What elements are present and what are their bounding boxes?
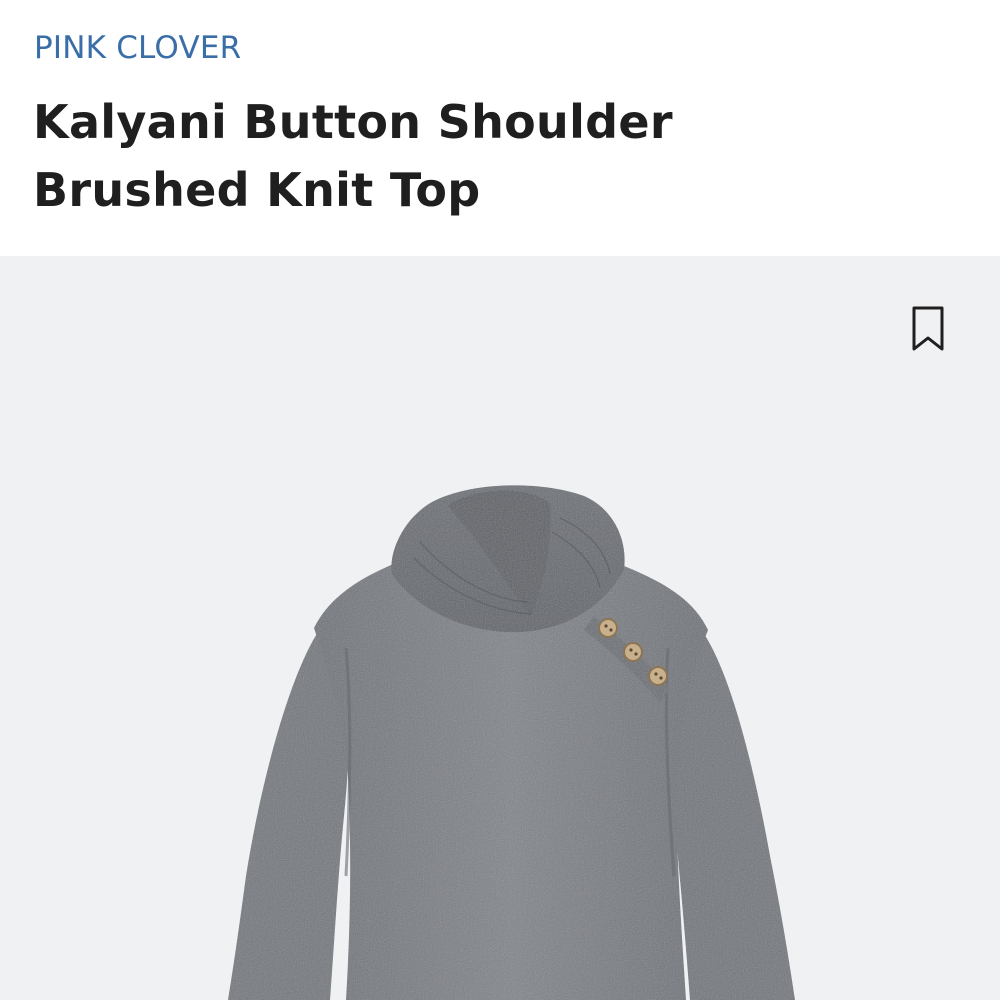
product-header: PINK CLOVER Kalyani Button Shoulder Brus…: [0, 0, 1000, 255]
product-image: [228, 485, 795, 1000]
product-page: PINK CLOVER Kalyani Button Shoulder Brus…: [0, 0, 1000, 1000]
bookmark-icon: [912, 306, 944, 351]
bookmark-button[interactable]: [908, 305, 948, 353]
product-title: Kalyani Button Shoulder Brushed Knit Top: [33, 95, 673, 217]
product-image-area[interactable]: [0, 256, 1000, 1000]
brand-name[interactable]: PINK CLOVER: [34, 28, 241, 68]
